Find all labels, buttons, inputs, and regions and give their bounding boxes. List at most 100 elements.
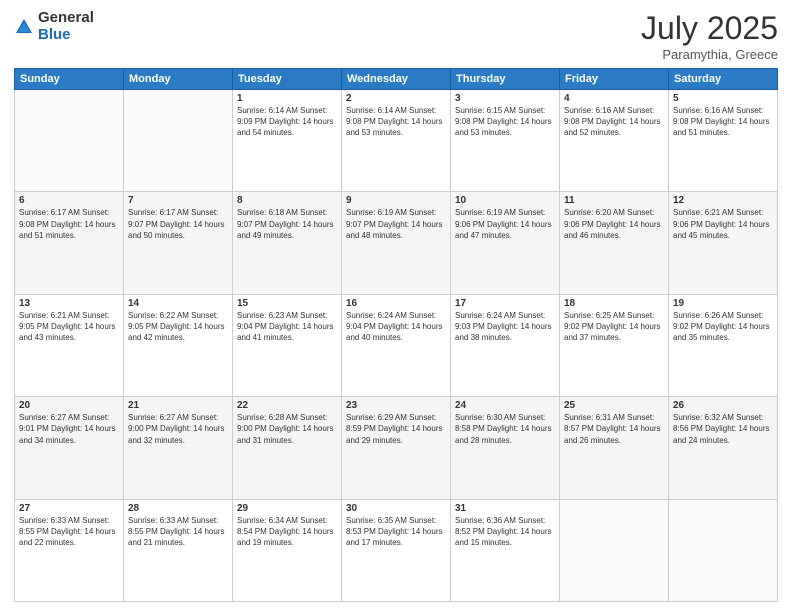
day-number: 26: [673, 400, 773, 411]
day-cell: 4Sunrise: 6:16 AM Sunset: 9:08 PM Daylig…: [560, 90, 669, 192]
day-cell: 13Sunrise: 6:21 AM Sunset: 9:05 PM Dayli…: [15, 294, 124, 396]
day-cell: 6Sunrise: 6:17 AM Sunset: 9:08 PM Daylig…: [15, 192, 124, 294]
day-info: Sunrise: 6:31 AM Sunset: 8:57 PM Dayligh…: [564, 412, 664, 446]
day-info: Sunrise: 6:21 AM Sunset: 9:06 PM Dayligh…: [673, 207, 773, 241]
day-number: 2: [346, 93, 446, 104]
weekday-header-row: SundayMondayTuesdayWednesdayThursdayFrid…: [15, 69, 778, 90]
day-cell: 1Sunrise: 6:14 AM Sunset: 9:09 PM Daylig…: [233, 90, 342, 192]
day-cell: 27Sunrise: 6:33 AM Sunset: 8:55 PM Dayli…: [15, 499, 124, 601]
day-number: 21: [128, 400, 228, 411]
day-info: Sunrise: 6:24 AM Sunset: 9:03 PM Dayligh…: [455, 310, 555, 344]
day-info: Sunrise: 6:27 AM Sunset: 9:01 PM Dayligh…: [19, 412, 119, 446]
day-number: 8: [237, 195, 337, 206]
weekday-tuesday: Tuesday: [233, 69, 342, 90]
week-row-5: 27Sunrise: 6:33 AM Sunset: 8:55 PM Dayli…: [15, 499, 778, 601]
day-number: 7: [128, 195, 228, 206]
day-info: Sunrise: 6:20 AM Sunset: 9:06 PM Dayligh…: [564, 207, 664, 241]
day-number: 12: [673, 195, 773, 206]
weekday-saturday: Saturday: [669, 69, 778, 90]
day-cell: [15, 90, 124, 192]
day-info: Sunrise: 6:32 AM Sunset: 8:56 PM Dayligh…: [673, 412, 773, 446]
day-cell: [560, 499, 669, 601]
day-info: Sunrise: 6:36 AM Sunset: 8:52 PM Dayligh…: [455, 515, 555, 549]
day-cell: 5Sunrise: 6:16 AM Sunset: 9:08 PM Daylig…: [669, 90, 778, 192]
day-info: Sunrise: 6:25 AM Sunset: 9:02 PM Dayligh…: [564, 310, 664, 344]
logo: General Blue: [14, 10, 94, 43]
day-info: Sunrise: 6:33 AM Sunset: 8:55 PM Dayligh…: [128, 515, 228, 549]
day-number: 6: [19, 195, 119, 206]
day-number: 19: [673, 298, 773, 309]
day-cell: 7Sunrise: 6:17 AM Sunset: 9:07 PM Daylig…: [124, 192, 233, 294]
day-number: 11: [564, 195, 664, 206]
day-info: Sunrise: 6:29 AM Sunset: 8:59 PM Dayligh…: [346, 412, 446, 446]
day-cell: 11Sunrise: 6:20 AM Sunset: 9:06 PM Dayli…: [560, 192, 669, 294]
day-info: Sunrise: 6:14 AM Sunset: 9:09 PM Dayligh…: [237, 105, 337, 139]
day-number: 31: [455, 503, 555, 514]
day-number: 3: [455, 93, 555, 104]
day-cell: 10Sunrise: 6:19 AM Sunset: 9:06 PM Dayli…: [451, 192, 560, 294]
day-cell: 21Sunrise: 6:27 AM Sunset: 9:00 PM Dayli…: [124, 397, 233, 499]
day-number: 18: [564, 298, 664, 309]
day-number: 20: [19, 400, 119, 411]
day-info: Sunrise: 6:21 AM Sunset: 9:05 PM Dayligh…: [19, 310, 119, 344]
day-info: Sunrise: 6:22 AM Sunset: 9:05 PM Dayligh…: [128, 310, 228, 344]
day-info: Sunrise: 6:17 AM Sunset: 9:08 PM Dayligh…: [19, 207, 119, 241]
location: Paramythia, Greece: [641, 47, 778, 62]
day-info: Sunrise: 6:16 AM Sunset: 9:08 PM Dayligh…: [673, 105, 773, 139]
day-info: Sunrise: 6:19 AM Sunset: 9:07 PM Dayligh…: [346, 207, 446, 241]
day-cell: [124, 90, 233, 192]
day-info: Sunrise: 6:17 AM Sunset: 9:07 PM Dayligh…: [128, 207, 228, 241]
day-cell: 24Sunrise: 6:30 AM Sunset: 8:58 PM Dayli…: [451, 397, 560, 499]
day-cell: 15Sunrise: 6:23 AM Sunset: 9:04 PM Dayli…: [233, 294, 342, 396]
day-cell: 25Sunrise: 6:31 AM Sunset: 8:57 PM Dayli…: [560, 397, 669, 499]
day-number: 4: [564, 93, 664, 104]
day-info: Sunrise: 6:34 AM Sunset: 8:54 PM Dayligh…: [237, 515, 337, 549]
day-cell: 17Sunrise: 6:24 AM Sunset: 9:03 PM Dayli…: [451, 294, 560, 396]
day-number: 28: [128, 503, 228, 514]
day-info: Sunrise: 6:16 AM Sunset: 9:08 PM Dayligh…: [564, 105, 664, 139]
day-info: Sunrise: 6:27 AM Sunset: 9:00 PM Dayligh…: [128, 412, 228, 446]
day-number: 25: [564, 400, 664, 411]
day-number: 29: [237, 503, 337, 514]
day-cell: 29Sunrise: 6:34 AM Sunset: 8:54 PM Dayli…: [233, 499, 342, 601]
day-info: Sunrise: 6:24 AM Sunset: 9:04 PM Dayligh…: [346, 310, 446, 344]
title-block: July 2025 Paramythia, Greece: [641, 10, 778, 62]
day-number: 14: [128, 298, 228, 309]
logo-icon: [14, 17, 34, 37]
week-row-4: 20Sunrise: 6:27 AM Sunset: 9:01 PM Dayli…: [15, 397, 778, 499]
day-number: 15: [237, 298, 337, 309]
day-cell: 26Sunrise: 6:32 AM Sunset: 8:56 PM Dayli…: [669, 397, 778, 499]
day-info: Sunrise: 6:35 AM Sunset: 8:53 PM Dayligh…: [346, 515, 446, 549]
day-info: Sunrise: 6:15 AM Sunset: 9:08 PM Dayligh…: [455, 105, 555, 139]
weekday-thursday: Thursday: [451, 69, 560, 90]
page-header: General Blue July 2025 Paramythia, Greec…: [14, 10, 778, 62]
day-cell: 2Sunrise: 6:14 AM Sunset: 9:08 PM Daylig…: [342, 90, 451, 192]
day-cell: 16Sunrise: 6:24 AM Sunset: 9:04 PM Dayli…: [342, 294, 451, 396]
weekday-sunday: Sunday: [15, 69, 124, 90]
day-cell: 23Sunrise: 6:29 AM Sunset: 8:59 PM Dayli…: [342, 397, 451, 499]
day-cell: 9Sunrise: 6:19 AM Sunset: 9:07 PM Daylig…: [342, 192, 451, 294]
day-cell: [669, 499, 778, 601]
day-number: 17: [455, 298, 555, 309]
day-number: 27: [19, 503, 119, 514]
day-info: Sunrise: 6:33 AM Sunset: 8:55 PM Dayligh…: [19, 515, 119, 549]
logo-text: General Blue: [38, 10, 94, 43]
day-cell: 20Sunrise: 6:27 AM Sunset: 9:01 PM Dayli…: [15, 397, 124, 499]
week-row-2: 6Sunrise: 6:17 AM Sunset: 9:08 PM Daylig…: [15, 192, 778, 294]
day-number: 22: [237, 400, 337, 411]
day-number: 5: [673, 93, 773, 104]
day-cell: 30Sunrise: 6:35 AM Sunset: 8:53 PM Dayli…: [342, 499, 451, 601]
day-number: 1: [237, 93, 337, 104]
week-row-1: 1Sunrise: 6:14 AM Sunset: 9:09 PM Daylig…: [15, 90, 778, 192]
day-cell: 3Sunrise: 6:15 AM Sunset: 9:08 PM Daylig…: [451, 90, 560, 192]
day-number: 10: [455, 195, 555, 206]
day-number: 24: [455, 400, 555, 411]
day-cell: 18Sunrise: 6:25 AM Sunset: 9:02 PM Dayli…: [560, 294, 669, 396]
weekday-friday: Friday: [560, 69, 669, 90]
month-title: July 2025: [641, 10, 778, 47]
day-info: Sunrise: 6:23 AM Sunset: 9:04 PM Dayligh…: [237, 310, 337, 344]
day-cell: 31Sunrise: 6:36 AM Sunset: 8:52 PM Dayli…: [451, 499, 560, 601]
day-number: 30: [346, 503, 446, 514]
logo-blue: Blue: [38, 27, 94, 44]
day-info: Sunrise: 6:28 AM Sunset: 9:00 PM Dayligh…: [237, 412, 337, 446]
